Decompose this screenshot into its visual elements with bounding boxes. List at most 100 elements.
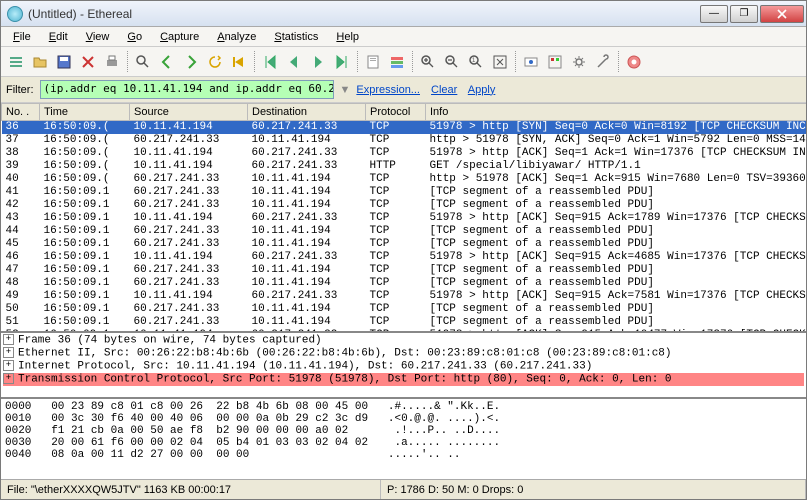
menu-go[interactable]: Go	[119, 29, 150, 45]
zoom-out-icon[interactable]	[441, 51, 463, 73]
packet-header-row: No. .TimeSourceDestinationProtocolInfo	[2, 104, 807, 121]
expand-icon[interactable]: +	[3, 360, 14, 371]
settings-icon[interactable]	[568, 51, 590, 73]
toolbar-separator	[618, 51, 619, 73]
find-icon[interactable]	[132, 51, 154, 73]
menu-file[interactable]: File	[5, 29, 39, 45]
go-first-icon[interactable]	[259, 51, 281, 73]
colorize-icon[interactable]	[386, 51, 408, 73]
close-button[interactable]	[760, 5, 804, 23]
packet-details-pane[interactable]: +Frame 36 (74 bytes on wire, 74 bytes ca…	[1, 333, 806, 399]
packet-row[interactable]: 5116:50:09.160.217.241.3310.11.41.194TCP…	[2, 316, 807, 329]
cell-src: 60.217.241.33	[130, 199, 248, 212]
help-icon[interactable]	[623, 51, 645, 73]
cell-no: 43	[2, 212, 40, 225]
cell-src: 60.217.241.33	[130, 316, 248, 329]
cell-no: 42	[2, 199, 40, 212]
menu-statistics[interactable]: Statistics	[266, 29, 326, 45]
packet-row[interactable]: 3916:50:09.(10.11.41.19460.217.241.33HTT…	[2, 160, 807, 173]
packet-row[interactable]: 4316:50:09.110.11.41.19460.217.241.33TCP…	[2, 212, 807, 225]
cell-dst: 10.11.41.194	[248, 316, 366, 329]
packet-row[interactable]: 4916:50:09.110.11.41.19460.217.241.33TCP…	[2, 290, 807, 303]
packet-row[interactable]: 4016:50:09.(60.217.241.3310.11.41.194TCP…	[2, 173, 807, 186]
cell-src: 60.217.241.33	[130, 225, 248, 238]
packet-row[interactable]: 3716:50:09.(60.217.241.3310.11.41.194TCP…	[2, 134, 807, 147]
go-last-icon[interactable]	[331, 51, 353, 73]
column-header[interactable]: No. .	[2, 104, 40, 121]
packet-list-pane[interactable]: No. .TimeSourceDestinationProtocolInfo 3…	[1, 103, 806, 333]
menu-edit[interactable]: Edit	[41, 29, 76, 45]
open-icon[interactable]	[29, 51, 51, 73]
tree-item[interactable]: +Frame 36 (74 bytes on wire, 74 bytes ca…	[3, 334, 804, 347]
page-icon[interactable]	[362, 51, 384, 73]
maximize-button[interactable]: ❐	[730, 5, 758, 23]
cell-info: GET /special/libiyawar/ HTTP/1.1	[426, 160, 807, 173]
packet-row[interactable]: 3816:50:09.(10.11.41.19460.217.241.33TCP…	[2, 147, 807, 160]
packet-row[interactable]: 4816:50:09.160.217.241.3310.11.41.194TCP…	[2, 277, 807, 290]
filter-clear-link[interactable]: Clear	[431, 84, 457, 96]
zoom-in-icon[interactable]	[417, 51, 439, 73]
cell-proto: TCP	[366, 173, 426, 186]
tree-item[interactable]: +Transmission Control Protocol, Src Port…	[3, 373, 804, 386]
menu-analyze[interactable]: Analyze	[209, 29, 264, 45]
cell-proto: TCP	[366, 251, 426, 264]
menu-help[interactable]: Help	[328, 29, 367, 45]
menu-view[interactable]: View	[78, 29, 118, 45]
expand-icon[interactable]: +	[3, 334, 14, 345]
skip-icon[interactable]	[228, 51, 250, 73]
forward-icon[interactable]	[180, 51, 202, 73]
cell-time: 16:50:09.(	[40, 160, 130, 173]
packet-row[interactable]: 4116:50:09.160.217.241.3310.11.41.194TCP…	[2, 186, 807, 199]
packet-row[interactable]: 4716:50:09.160.217.241.3310.11.41.194TCP…	[2, 264, 807, 277]
filter-expression-link[interactable]: Expression...	[356, 84, 420, 96]
column-header[interactable]: Time	[40, 104, 130, 121]
cell-src: 10.11.41.194	[130, 212, 248, 225]
titlebar: (Untitled) - Ethereal — ❐	[1, 1, 806, 27]
cell-time: 16:50:09.1	[40, 238, 130, 251]
cell-src: 60.217.241.33	[130, 238, 248, 251]
tree-item[interactable]: +Internet Protocol, Src: 10.11.41.194 (1…	[3, 360, 804, 373]
packet-row[interactable]: 4216:50:09.160.217.241.3310.11.41.194TCP…	[2, 199, 807, 212]
packet-bytes-pane[interactable]: 0000 00 23 89 c8 01 c8 00 26 22 b8 4b 6b…	[1, 399, 806, 479]
expand-icon[interactable]: +	[3, 347, 14, 358]
cell-src: 10.11.41.194	[130, 160, 248, 173]
column-header[interactable]: Source	[130, 104, 248, 121]
list-icon[interactable]	[5, 51, 27, 73]
cell-src: 60.217.241.33	[130, 186, 248, 199]
filter-apply-link[interactable]: Apply	[468, 84, 496, 96]
packet-row[interactable]: 4616:50:09.110.11.41.19460.217.241.33TCP…	[2, 251, 807, 264]
minimize-button[interactable]: —	[700, 5, 728, 23]
go-prev-icon[interactable]	[283, 51, 305, 73]
column-header[interactable]: Destination	[248, 104, 366, 121]
capture-options-icon[interactable]	[520, 51, 542, 73]
filters-icon[interactable]	[544, 51, 566, 73]
close-icon[interactable]	[77, 51, 99, 73]
cell-info: http > 51978 [SYN, ACK] Seq=0 Ack=1 Win=…	[426, 134, 807, 147]
back-icon[interactable]	[156, 51, 178, 73]
go-next-icon[interactable]	[307, 51, 329, 73]
filter-input[interactable]: (ip.addr eq 10.11.41.194 and ip.addr eq …	[40, 80, 334, 99]
cell-no: 48	[2, 277, 40, 290]
expand-icon[interactable]: +	[3, 373, 14, 384]
packet-row[interactable]: 4416:50:09.160.217.241.3310.11.41.194TCP…	[2, 225, 807, 238]
print-icon[interactable]	[101, 51, 123, 73]
cell-proto: TCP	[366, 303, 426, 316]
cell-proto: TCP	[366, 147, 426, 160]
toolbar-separator	[254, 51, 255, 73]
tools-icon[interactable]	[592, 51, 614, 73]
save-icon[interactable]	[53, 51, 75, 73]
cell-no: 51	[2, 316, 40, 329]
cell-no: 44	[2, 225, 40, 238]
zoom-fit-icon[interactable]: 1	[465, 51, 487, 73]
tree-item[interactable]: +Ethernet II, Src: 00:26:22:b8:4b:6b (00…	[3, 347, 804, 360]
status-stats: P: 1786 D: 50 M: 0 Drops: 0	[381, 480, 806, 499]
column-header[interactable]: Info	[426, 104, 807, 121]
packet-row[interactable]: 3616:50:09.(10.11.41.19460.217.241.33TCP…	[2, 121, 807, 135]
reload-icon[interactable]	[204, 51, 226, 73]
column-header[interactable]: Protocol	[366, 104, 426, 121]
cell-dst: 10.11.41.194	[248, 264, 366, 277]
zoom-reset-icon[interactable]	[489, 51, 511, 73]
menu-capture[interactable]: Capture	[152, 29, 207, 45]
packet-row[interactable]: 4516:50:09.160.217.241.3310.11.41.194TCP…	[2, 238, 807, 251]
packet-row[interactable]: 5016:50:09.160.217.241.3310.11.41.194TCP…	[2, 303, 807, 316]
